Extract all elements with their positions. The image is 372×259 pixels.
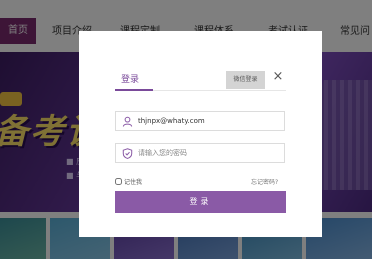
login-modal: 登录 微信登录 × 记住我 忘记密码? 登录 [79, 31, 322, 237]
forgot-password-link[interactable]: 忘记密码? [251, 177, 278, 186]
remember-me[interactable]: 记住我 [115, 177, 142, 186]
remember-checkbox[interactable] [115, 178, 122, 185]
remember-label: 记住我 [124, 179, 143, 186]
user-icon [122, 116, 133, 127]
tab-login[interactable]: 登录 [121, 72, 139, 85]
wechat-login-button[interactable]: 微信登录 [226, 71, 265, 89]
shield-icon [122, 148, 133, 159]
username-field [115, 111, 285, 131]
close-icon[interactable]: × [271, 70, 285, 84]
username-input[interactable] [138, 112, 282, 130]
password-field [115, 143, 285, 163]
password-input[interactable] [138, 144, 282, 162]
login-submit-button[interactable]: 登录 [115, 191, 286, 213]
tab-login-underline [115, 89, 153, 91]
